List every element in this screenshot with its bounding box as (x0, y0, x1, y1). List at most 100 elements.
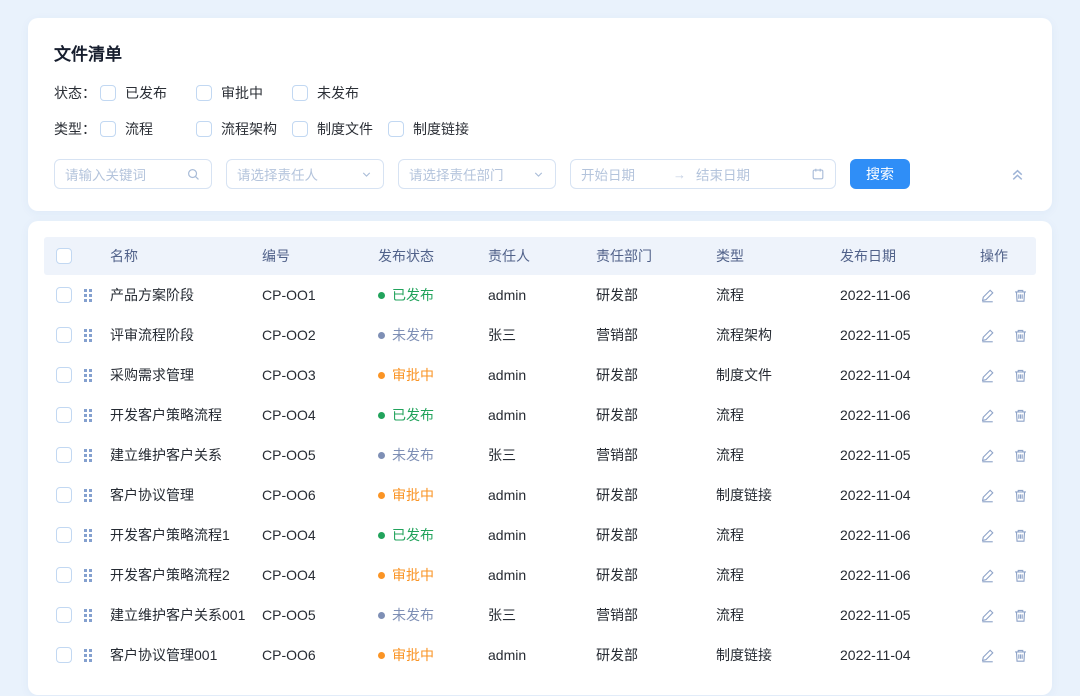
row-name: 采购需求管理 (110, 365, 262, 385)
row-checkbox[interactable] (56, 447, 72, 463)
collapse-icon[interactable] (1009, 166, 1026, 183)
select-all-checkbox[interactable] (56, 248, 72, 264)
row-date: 2022-11-06 (840, 407, 972, 423)
edit-icon[interactable] (980, 368, 995, 383)
delete-icon[interactable] (1013, 488, 1028, 503)
drag-handle-icon[interactable] (84, 449, 92, 462)
delete-icon[interactable] (1013, 328, 1028, 343)
edit-icon[interactable] (980, 288, 995, 303)
edit-icon[interactable] (980, 408, 995, 423)
delete-icon[interactable] (1013, 528, 1028, 543)
column-header-name: 名称 (110, 246, 262, 266)
table-row: 客户协议管理 CP-OO6 审批中 admin 研发部 制度链接 2022-11… (44, 475, 1036, 515)
drag-handle-icon[interactable] (84, 569, 92, 582)
row-type: 流程架构 (716, 325, 840, 345)
row-owner: admin (488, 567, 596, 583)
row-date: 2022-11-05 (840, 447, 972, 463)
status-dot-icon (378, 332, 385, 339)
row-checkbox[interactable] (56, 527, 72, 543)
type-option-process[interactable]: 流程 (100, 119, 196, 139)
row-date: 2022-11-06 (840, 567, 972, 583)
status-dot-icon (378, 292, 385, 299)
row-date: 2022-11-05 (840, 607, 972, 623)
delete-icon[interactable] (1013, 368, 1028, 383)
edit-icon[interactable] (980, 608, 995, 623)
status-dot-icon (378, 652, 385, 659)
chevron-down-icon (360, 168, 373, 181)
row-checkbox[interactable] (56, 607, 72, 623)
department-select[interactable]: 请选择责任部门 (398, 159, 556, 189)
row-department: 营销部 (596, 445, 716, 465)
column-header-owner: 责任人 (488, 246, 596, 266)
delete-icon[interactable] (1013, 648, 1028, 663)
status-option-reviewing[interactable]: 审批中 (196, 83, 292, 103)
type-option-policy-link[interactable]: 制度链接 (388, 119, 484, 139)
drag-handle-icon[interactable] (84, 649, 92, 662)
table-row: 采购需求管理 CP-OO3 审批中 admin 研发部 制度文件 2022-11… (44, 355, 1036, 395)
checkbox-icon[interactable] (292, 85, 308, 101)
drag-handle-icon[interactable] (84, 369, 92, 382)
edit-icon[interactable] (980, 488, 995, 503)
row-checkbox[interactable] (56, 367, 72, 383)
row-type: 制度链接 (716, 645, 840, 665)
type-filter-row: 类型： 流程 流程架构 制度文件 制度链接 (54, 119, 1026, 139)
start-date-placeholder: 开始日期 (581, 164, 673, 184)
edit-icon[interactable] (980, 328, 995, 343)
row-checkbox[interactable] (56, 567, 72, 583)
table-header: 名称 编号 发布状态 责任人 责任部门 类型 发布日期 操作 (44, 237, 1036, 275)
row-owner: admin (488, 407, 596, 423)
type-option-policy-file[interactable]: 制度文件 (292, 119, 388, 139)
table-row: 开发客户策略流程 CP-OO4 已发布 admin 研发部 流程 2022-11… (44, 395, 1036, 435)
row-checkbox[interactable] (56, 407, 72, 423)
row-owner: 张三 (488, 325, 596, 345)
row-checkbox[interactable] (56, 647, 72, 663)
row-code: CP-OO5 (262, 607, 378, 623)
checkbox-icon[interactable] (100, 85, 116, 101)
page-title: 文件清单 (54, 40, 1026, 65)
checkbox-icon[interactable] (292, 121, 308, 137)
delete-icon[interactable] (1013, 568, 1028, 583)
drag-handle-icon[interactable] (84, 289, 92, 302)
checkbox-icon[interactable] (100, 121, 116, 137)
column-header-type: 类型 (716, 246, 840, 266)
edit-icon[interactable] (980, 568, 995, 583)
status-option-published[interactable]: 已发布 (100, 83, 196, 103)
drag-handle-icon[interactable] (84, 329, 92, 342)
checkbox-icon[interactable] (196, 85, 212, 101)
search-toolbar: 请输入关键词 请选择责任人 请选择责任部门 (54, 159, 1026, 189)
type-option-architecture[interactable]: 流程架构 (196, 119, 292, 139)
owner-select[interactable]: 请选择责任人 (226, 159, 384, 189)
delete-icon[interactable] (1013, 608, 1028, 623)
owner-placeholder: 请选择责任人 (237, 164, 360, 184)
drag-handle-icon[interactable] (84, 489, 92, 502)
edit-icon[interactable] (980, 528, 995, 543)
row-type: 流程 (716, 445, 840, 465)
delete-icon[interactable] (1013, 408, 1028, 423)
date-range-picker[interactable]: 开始日期 → 结束日期 (570, 159, 836, 189)
row-name: 建立维护客户关系 (110, 445, 262, 465)
checkbox-icon[interactable] (196, 121, 212, 137)
row-checkbox[interactable] (56, 287, 72, 303)
row-name: 客户协议管理001 (110, 645, 262, 665)
status-text: 已发布 (392, 285, 434, 305)
edit-icon[interactable] (980, 448, 995, 463)
edit-icon[interactable] (980, 648, 995, 663)
checkbox-icon[interactable] (388, 121, 404, 137)
drag-handle-icon[interactable] (84, 409, 92, 422)
row-owner: admin (488, 527, 596, 543)
row-code: CP-OO6 (262, 647, 378, 663)
column-header-status: 发布状态 (378, 246, 488, 266)
drag-handle-icon[interactable] (84, 609, 92, 622)
status-option-unpublished[interactable]: 未发布 (292, 83, 388, 103)
row-department: 研发部 (596, 565, 716, 585)
row-date: 2022-11-06 (840, 527, 972, 543)
row-checkbox[interactable] (56, 327, 72, 343)
drag-handle-icon[interactable] (84, 529, 92, 542)
row-owner: admin (488, 487, 596, 503)
keyword-input[interactable]: 请输入关键词 (54, 159, 212, 189)
row-department: 研发部 (596, 285, 716, 305)
search-button[interactable]: 搜索 (850, 159, 910, 189)
delete-icon[interactable] (1013, 288, 1028, 303)
delete-icon[interactable] (1013, 448, 1028, 463)
row-checkbox[interactable] (56, 487, 72, 503)
